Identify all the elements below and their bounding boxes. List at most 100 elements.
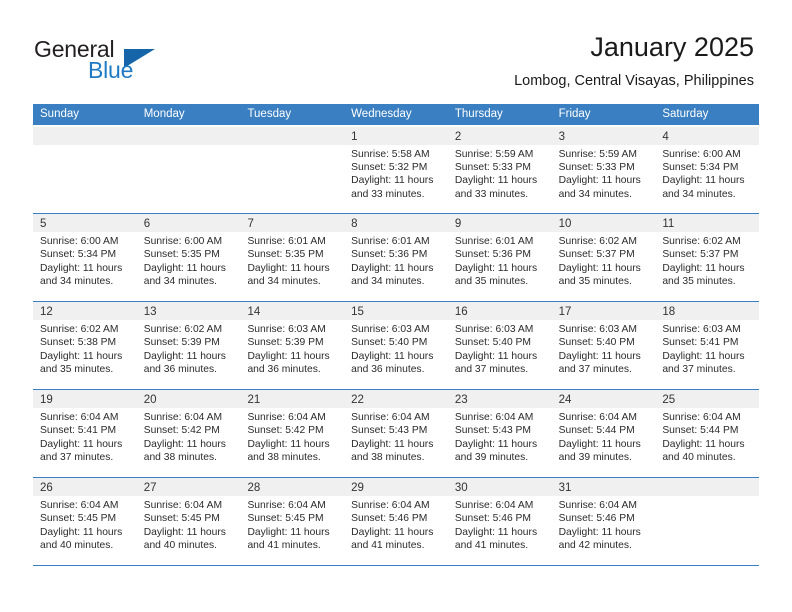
day-cell[interactable]: 26 Sunrise: 6:04 AM Sunset: 5:45 PM Dayligh… <box>33 478 137 565</box>
day-details: Sunrise: 6:04 AM Sunset: 5:41 PM Daylight:… <box>33 408 137 465</box>
day-cell[interactable]: 30 Sunrise: 6:04 AM Sunset: 5:46 PM Dayligh… <box>447 478 552 565</box>
day-number: 3 <box>558 130 565 143</box>
day-number-strip: 2 <box>447 126 552 145</box>
sunset-text: Sunset: 5:43 PM <box>454 425 532 437</box>
day-number: 8 <box>351 218 358 230</box>
day-cell[interactable]: 20 Sunrise: 6:04 AM Sunset: 5:42 PM Dayligh… <box>136 390 241 477</box>
day-number-strip: 17 <box>551 302 656 320</box>
sunset-text: Sunset: 5:45 PM <box>247 513 324 525</box>
day-cell[interactable]: 24 Sunrise: 6:04 AM Sunset: 5:44 PM Dayligh… <box>551 390 656 477</box>
day-cell[interactable]: 25 Sunrise: 6:04 AM Sunset: 5:44 PM Dayligh… <box>655 390 760 477</box>
daylight-text-line1: Daylight: 11 hours <box>247 350 330 362</box>
day-details: Sunrise: 6:04 AM Sunset: 5:45 PM Daylight:… <box>33 496 137 553</box>
day-number-strip: 10 <box>551 214 656 232</box>
calendar-grid: Sunday Monday Tuesday Wednesday Thursday… <box>33 104 760 566</box>
day-cell[interactable]: 29 Sunrise: 6:04 AM Sunset: 5:46 PM Dayligh… <box>344 478 448 565</box>
week-row: 5 Sunrise: 6:00 AM Sunset: 5:34 PM Daylight… <box>33 213 760 301</box>
sunrise-text: Sunrise: 6:04 AM <box>40 412 119 423</box>
day-number: 1 <box>351 130 358 143</box>
day-number-strip: 11 <box>655 214 760 232</box>
day-cell-empty <box>33 126 137 213</box>
daylight-text-line1: Daylight: 11 hours <box>558 526 641 538</box>
day-cell[interactable]: 17 Sunrise: 6:03 AM Sunset: 5:40 PM Dayligh… <box>551 302 656 389</box>
day-number: 26 <box>40 482 53 494</box>
weeks-container: 1 Sunrise: 5:58 AM Sunset: 5:32 PM Daylight… <box>33 125 760 565</box>
day-number-strip: 3 <box>551 126 656 145</box>
sunrise-text: Sunrise: 6:04 AM <box>143 500 223 511</box>
sunset-text: Sunset: 5:32 PM <box>351 162 428 173</box>
day-number: 29 <box>351 482 364 494</box>
sunrise-text: Sunrise: 6:01 AM <box>351 236 430 247</box>
sunrise-text: Sunrise: 6:00 AM <box>143 236 223 247</box>
daylight-text-line2: and 34 minutes. <box>662 188 736 200</box>
day-cell[interactable]: 11 Sunrise: 6:02 AM Sunset: 5:37 PM Dayligh… <box>655 214 760 301</box>
day-number-strip <box>33 126 137 145</box>
sunset-text: Sunset: 5:36 PM <box>454 249 532 261</box>
sunrise-text: Sunrise: 5:58 AM <box>351 148 430 160</box>
day-cell[interactable]: 9 Sunrise: 6:01 AM Sunset: 5:36 PM Daylight… <box>447 214 552 301</box>
day-cell[interactable]: 28 Sunrise: 6:04 AM Sunset: 5:45 PM Dayligh… <box>240 478 345 565</box>
day-number: 30 <box>454 482 468 494</box>
sunrise-text: Sunrise: 6:04 AM <box>454 412 534 423</box>
day-cell[interactable]: 19 Sunrise: 6:04 AM Sunset: 5:41 PM Dayligh… <box>33 390 137 477</box>
day-cell[interactable]: 7 Sunrise: 6:01 AM Sunset: 5:35 PM Daylight… <box>240 214 345 301</box>
day-details: Sunrise: 6:04 AM Sunset: 5:44 PM Daylight:… <box>655 408 759 465</box>
day-number: 19 <box>40 394 53 406</box>
day-cell[interactable]: 27 Sunrise: 6:04 AM Sunset: 5:45 PM Dayligh… <box>136 478 241 565</box>
day-cell[interactable]: 8 Sunrise: 6:01 AM Sunset: 5:36 PM Daylight… <box>344 214 448 301</box>
brand-logo[interactable]: General Blue <box>34 36 234 88</box>
day-number-strip: 24 <box>551 390 656 408</box>
day-number-strip: 4 <box>655 126 760 145</box>
calendar-page: General Blue January 2025 Lombog, Centra… <box>0 0 792 612</box>
day-cell[interactable]: 12 Sunrise: 6:02 AM Sunset: 5:38 PM Dayligh… <box>33 302 137 389</box>
day-cell[interactable]: 4 Sunrise: 6:00 AM Sunset: 5:34 PM Daylight… <box>655 126 760 213</box>
sunrise-text: Sunrise: 6:03 AM <box>351 324 430 335</box>
day-cell[interactable]: 5 Sunrise: 6:00 AM Sunset: 5:34 PM Daylight… <box>33 214 137 301</box>
daylight-text-line1: Daylight: 11 hours <box>40 262 123 274</box>
day-cell[interactable]: 3 Sunrise: 5:59 AM Sunset: 5:33 PM Daylight… <box>551 126 656 213</box>
day-number: 25 <box>662 394 676 406</box>
day-number: 6 <box>143 218 151 230</box>
day-details: Sunrise: 6:00 AM Sunset: 5:34 PM Daylight:… <box>655 145 759 202</box>
day-number-strip: 18 <box>655 302 760 320</box>
daylight-text-line1: Daylight: 11 hours <box>143 438 226 450</box>
day-number-strip: 28 <box>240 478 345 496</box>
day-cell[interactable]: 6 Sunrise: 6:00 AM Sunset: 5:35 PM Daylight… <box>136 214 241 301</box>
sunset-text: Sunset: 5:41 PM <box>40 425 117 437</box>
sunset-text: Sunset: 5:42 PM <box>247 425 324 437</box>
day-details: Sunrise: 6:04 AM Sunset: 5:43 PM Daylight:… <box>448 408 552 465</box>
day-cell[interactable]: 23 Sunrise: 6:04 AM Sunset: 5:43 PM Dayligh… <box>447 390 552 477</box>
day-cell[interactable]: 14 Sunrise: 6:03 AM Sunset: 5:39 PM Dayligh… <box>240 302 345 389</box>
daylight-text-line1: Daylight: 11 hours <box>351 526 434 538</box>
sunrise-text: Sunrise: 6:03 AM <box>662 324 741 335</box>
daylight-text-line1: Daylight: 11 hours <box>662 262 745 274</box>
daylight-text-line1: Daylight: 11 hours <box>247 526 330 538</box>
day-cell[interactable]: 21 Sunrise: 6:04 AM Sunset: 5:42 PM Dayligh… <box>240 390 345 477</box>
sunrise-text: Sunrise: 6:04 AM <box>143 412 223 423</box>
sunrise-text: Sunrise: 6:03 AM <box>247 324 326 335</box>
day-cell[interactable]: 16 Sunrise: 6:03 AM Sunset: 5:40 PM Dayligh… <box>447 302 552 389</box>
sunset-text: Sunset: 5:43 PM <box>351 425 428 437</box>
daylight-text-line2: and 36 minutes. <box>351 364 425 376</box>
day-details: Sunrise: 6:04 AM Sunset: 5:42 PM Daylight:… <box>137 408 241 465</box>
day-cell[interactable]: 31 Sunrise: 6:04 AM Sunset: 5:46 PM Dayligh… <box>551 478 656 565</box>
day-cell[interactable]: 18 Sunrise: 6:03 AM Sunset: 5:41 PM Dayligh… <box>655 302 760 389</box>
weekday-header-thursday: Thursday <box>454 108 503 120</box>
day-cell[interactable]: 15 Sunrise: 6:03 AM Sunset: 5:40 PM Dayligh… <box>344 302 448 389</box>
day-cell[interactable]: 10 Sunrise: 6:02 AM Sunset: 5:37 PM Dayligh… <box>551 214 656 301</box>
daylight-text-line1: Daylight: 11 hours <box>662 350 745 362</box>
daylight-text-line2: and 34 minutes. <box>247 276 321 288</box>
daylight-text-line2: and 33 minutes. <box>454 188 529 200</box>
weekday-header-friday: Friday <box>558 108 591 120</box>
day-cell[interactable]: 13 Sunrise: 6:02 AM Sunset: 5:39 PM Dayligh… <box>136 302 241 389</box>
weekday-header-saturday: Saturday <box>662 108 709 120</box>
sunrise-text: Sunrise: 6:04 AM <box>558 412 638 423</box>
daylight-text-line2: and 39 minutes. <box>558 452 632 464</box>
daylight-text-line2: and 36 minutes. <box>143 364 217 376</box>
day-cell[interactable]: 1 Sunrise: 5:58 AM Sunset: 5:32 PM Daylight… <box>344 126 448 213</box>
day-number-strip: 15 <box>344 302 448 320</box>
weekday-header-row: Sunday Monday Tuesday Wednesday Thursday… <box>33 104 759 125</box>
day-cell[interactable]: 2 Sunrise: 5:59 AM Sunset: 5:33 PM Daylight… <box>447 126 552 213</box>
day-cell[interactable]: 22 Sunrise: 6:04 AM Sunset: 5:43 PM Dayligh… <box>344 390 448 477</box>
sunrise-text: Sunrise: 5:59 AM <box>558 148 638 160</box>
